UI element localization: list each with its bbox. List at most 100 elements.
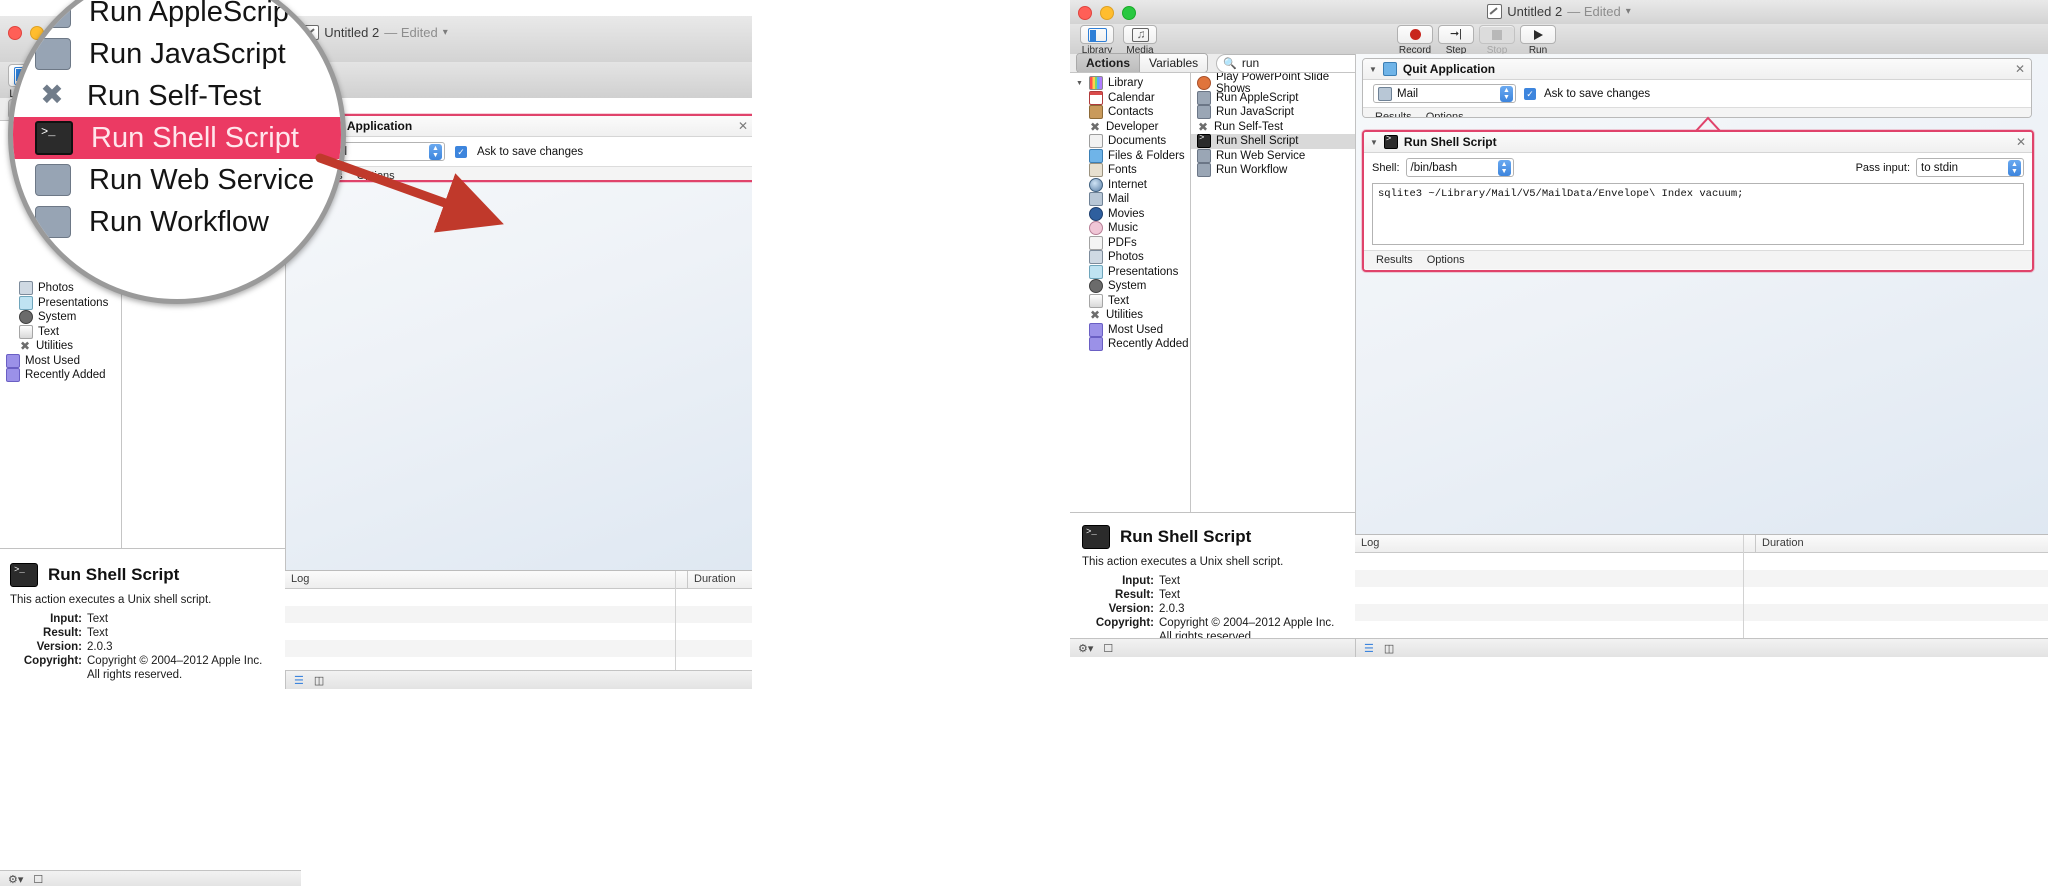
list-item[interactable]: System	[0, 310, 121, 325]
right-log-col-log[interactable]: Log	[1355, 535, 1755, 552]
list-item[interactable]: Most Used	[1070, 322, 1190, 338]
list-item[interactable]: Recently Added	[0, 368, 121, 383]
close-icon[interactable]: ✕	[2016, 135, 2026, 149]
list-item[interactable]: Run Shell Script	[1191, 133, 1355, 149]
popup-stepper-icon[interactable]: ▲ ▼	[1500, 85, 1513, 102]
right-run-button[interactable]: Run	[1520, 25, 1556, 57]
right-quit-app-popup[interactable]: Mail ▲ ▼	[1373, 84, 1516, 103]
list-item[interactable]: Movies	[1070, 206, 1190, 222]
right-shell-tab-results[interactable]: Results	[1376, 254, 1413, 266]
right-run-shell-script-action[interactable]: ▼ Run Shell Script ✕ Shell: /bin/bash ▲▼…	[1362, 130, 2034, 272]
popup-stepper-icon[interactable]: ▲ ▼	[2008, 159, 2021, 176]
library-tree-list[interactable]: ▼ Library Calendar Contacts ✖ Developer Docume…	[1070, 73, 1190, 352]
left-log-col-duration[interactable]: Duration	[687, 571, 752, 588]
list-item[interactable]: Calendar	[1070, 90, 1190, 106]
list-item[interactable]: Presentations	[0, 295, 121, 311]
left-quit-action-header[interactable]: Quit Application ✕	[294, 116, 752, 137]
callout-arrow	[315, 153, 504, 233]
list-item[interactable]: Internet	[1070, 177, 1190, 193]
list-item[interactable]: PDFs	[1070, 235, 1190, 251]
right-shell-tab-options[interactable]: Options	[1427, 254, 1465, 266]
shell-script-icon	[1197, 133, 1211, 149]
right-ask-save-checkbox[interactable]: ✓	[1524, 87, 1536, 100]
list-item[interactable]: ✖ Utilities	[1070, 308, 1190, 323]
left-log-col-log[interactable]: Log	[285, 571, 687, 588]
right-quit-tab-options[interactable]: Options	[1426, 111, 1464, 117]
right-stop-button[interactable]: Stop	[1479, 25, 1515, 57]
loupe-list-item[interactable]: Run AppleScrip	[13, 0, 341, 33]
right-tab-variables[interactable]: Variables	[1139, 54, 1208, 72]
list-item[interactable]: Contacts	[1070, 105, 1190, 120]
pass-input-popup[interactable]: to stdin ▲ ▼	[1916, 158, 2024, 177]
gear-icon[interactable]: ⚙▾	[1078, 642, 1093, 655]
gear-icon[interactable]: ⚙▾	[8, 873, 23, 886]
info-row-value: 2.0.3	[87, 641, 113, 653]
log-split-view-icon[interactable]: ◫	[314, 674, 324, 687]
loupe-list-item[interactable]: Run JavaScript	[13, 33, 341, 75]
mail-icon	[1089, 192, 1103, 207]
log-split-view-icon[interactable]: ◫	[1384, 642, 1394, 655]
right-record-button[interactable]: Record	[1397, 25, 1433, 57]
disclosure-triangle-icon[interactable]: ▼	[1369, 65, 1377, 74]
info-row-value: Text	[87, 613, 109, 625]
right-log-column-divider[interactable]	[1743, 535, 1744, 639]
right-step-button[interactable]: ➞| Step	[1438, 25, 1474, 57]
loupe-list-item[interactable]: Run Workflow	[13, 201, 341, 243]
list-item[interactable]: ▼ Library	[1070, 76, 1190, 91]
disclosure-icon[interactable]: ☐	[33, 873, 43, 886]
right-library-tree-pane[interactable]: ▼ Library Calendar Contacts ✖ Developer Docume…	[1070, 72, 1191, 514]
disclosure-icon[interactable]: ☐	[1103, 642, 1113, 655]
list-item[interactable]: System	[1070, 279, 1190, 294]
right-action-results-pane[interactable]: Play PowerPoint Slide Shows Run AppleScri…	[1190, 72, 1356, 514]
list-item[interactable]: Files & Folders	[1070, 148, 1190, 164]
right-quit-tab-results[interactable]: Results	[1375, 111, 1412, 117]
loupe-action-list[interactable]: Run AppleScrip Run JavaScript ✖ Run Self-Te…	[13, 0, 341, 243]
close-icon[interactable]: ✕	[2015, 62, 2025, 76]
shell-script-textarea[interactable]: sqlite3 ~/Library/Mail/V5/MailData/Envel…	[1372, 183, 2024, 245]
right-tab-actions[interactable]: Actions	[1077, 54, 1140, 72]
list-item[interactable]: Text	[1070, 293, 1190, 309]
list-item[interactable]: Most Used	[0, 353, 121, 369]
left-info-description: This action executes a Unix shell script…	[10, 594, 212, 606]
right-log-table[interactable]: Log Duration	[1355, 534, 2048, 639]
list-item[interactable]: ✖ Utilities	[0, 339, 121, 354]
disclosure-triangle-icon[interactable]: ▼	[1076, 80, 1084, 87]
loupe-list-item[interactable]: Run Shell Script	[13, 117, 341, 159]
log-list-view-icon[interactable]: ☰	[1364, 642, 1374, 655]
right-log-col-duration[interactable]: Duration	[1755, 535, 2048, 552]
chevron-down-icon[interactable]: ▾	[1626, 6, 1631, 17]
document-proxy-icon[interactable]	[1487, 4, 1503, 19]
chevron-down-icon[interactable]: ▾	[443, 27, 448, 38]
list-item[interactable]: Music	[1070, 221, 1190, 236]
loupe-list-item[interactable]: Run Web Service	[13, 159, 341, 201]
action-results-list[interactable]: Play PowerPoint Slide Shows Run AppleScri…	[1191, 73, 1355, 178]
list-item[interactable]: Fonts	[1070, 163, 1190, 178]
right-shell-action-tabs[interactable]: Results Options	[1364, 250, 2032, 269]
list-item[interactable]: Play PowerPoint Slide Shows	[1191, 73, 1355, 95]
list-item[interactable]: Documents	[1070, 134, 1190, 149]
list-item[interactable]: Mail	[1070, 192, 1190, 207]
left-log-column-divider[interactable]	[675, 571, 676, 679]
list-item[interactable]: ✖ Run Self-Test	[1191, 120, 1355, 135]
list-item[interactable]: Photos	[1070, 250, 1190, 265]
close-icon[interactable]: ✕	[738, 119, 748, 133]
disclosure-triangle-icon[interactable]: ▼	[1370, 138, 1378, 147]
list-item[interactable]: Presentations	[1070, 264, 1190, 280]
list-item[interactable]: Run Workflow	[1191, 163, 1355, 178]
list-item[interactable]: Run JavaScript	[1191, 105, 1355, 120]
right-title-status: — Edited	[1567, 4, 1621, 19]
list-item-label: Run AppleScript	[1216, 91, 1299, 104]
right-quit-action-header[interactable]: ▼ Quit Application ✕	[1363, 59, 2031, 80]
list-item[interactable]: Run Web Service	[1191, 148, 1355, 164]
right-actions-variables-segment[interactable]: Actions Variables	[1076, 53, 1209, 73]
shell-popup[interactable]: /bin/bash ▲ ▼	[1405, 158, 1514, 177]
loupe-list-item[interactable]: ✖ Run Self-Test	[13, 75, 341, 117]
list-item[interactable]: ✖ Developer	[1070, 120, 1190, 135]
left-log-table[interactable]: Log Duration	[285, 570, 752, 679]
right-shell-action-header[interactable]: ▼ Run Shell Script ✕	[1364, 132, 2032, 153]
list-item[interactable]: Text	[0, 324, 121, 340]
list-item[interactable]: Recently Added	[1070, 337, 1190, 352]
log-list-view-icon[interactable]: ☰	[294, 674, 304, 687]
right-quit-application-action[interactable]: ▼ Quit Application ✕ Mail ▲ ▼ ✓ Ask to sa…	[1362, 58, 2032, 118]
popup-stepper-icon[interactable]: ▲ ▼	[1497, 159, 1511, 176]
